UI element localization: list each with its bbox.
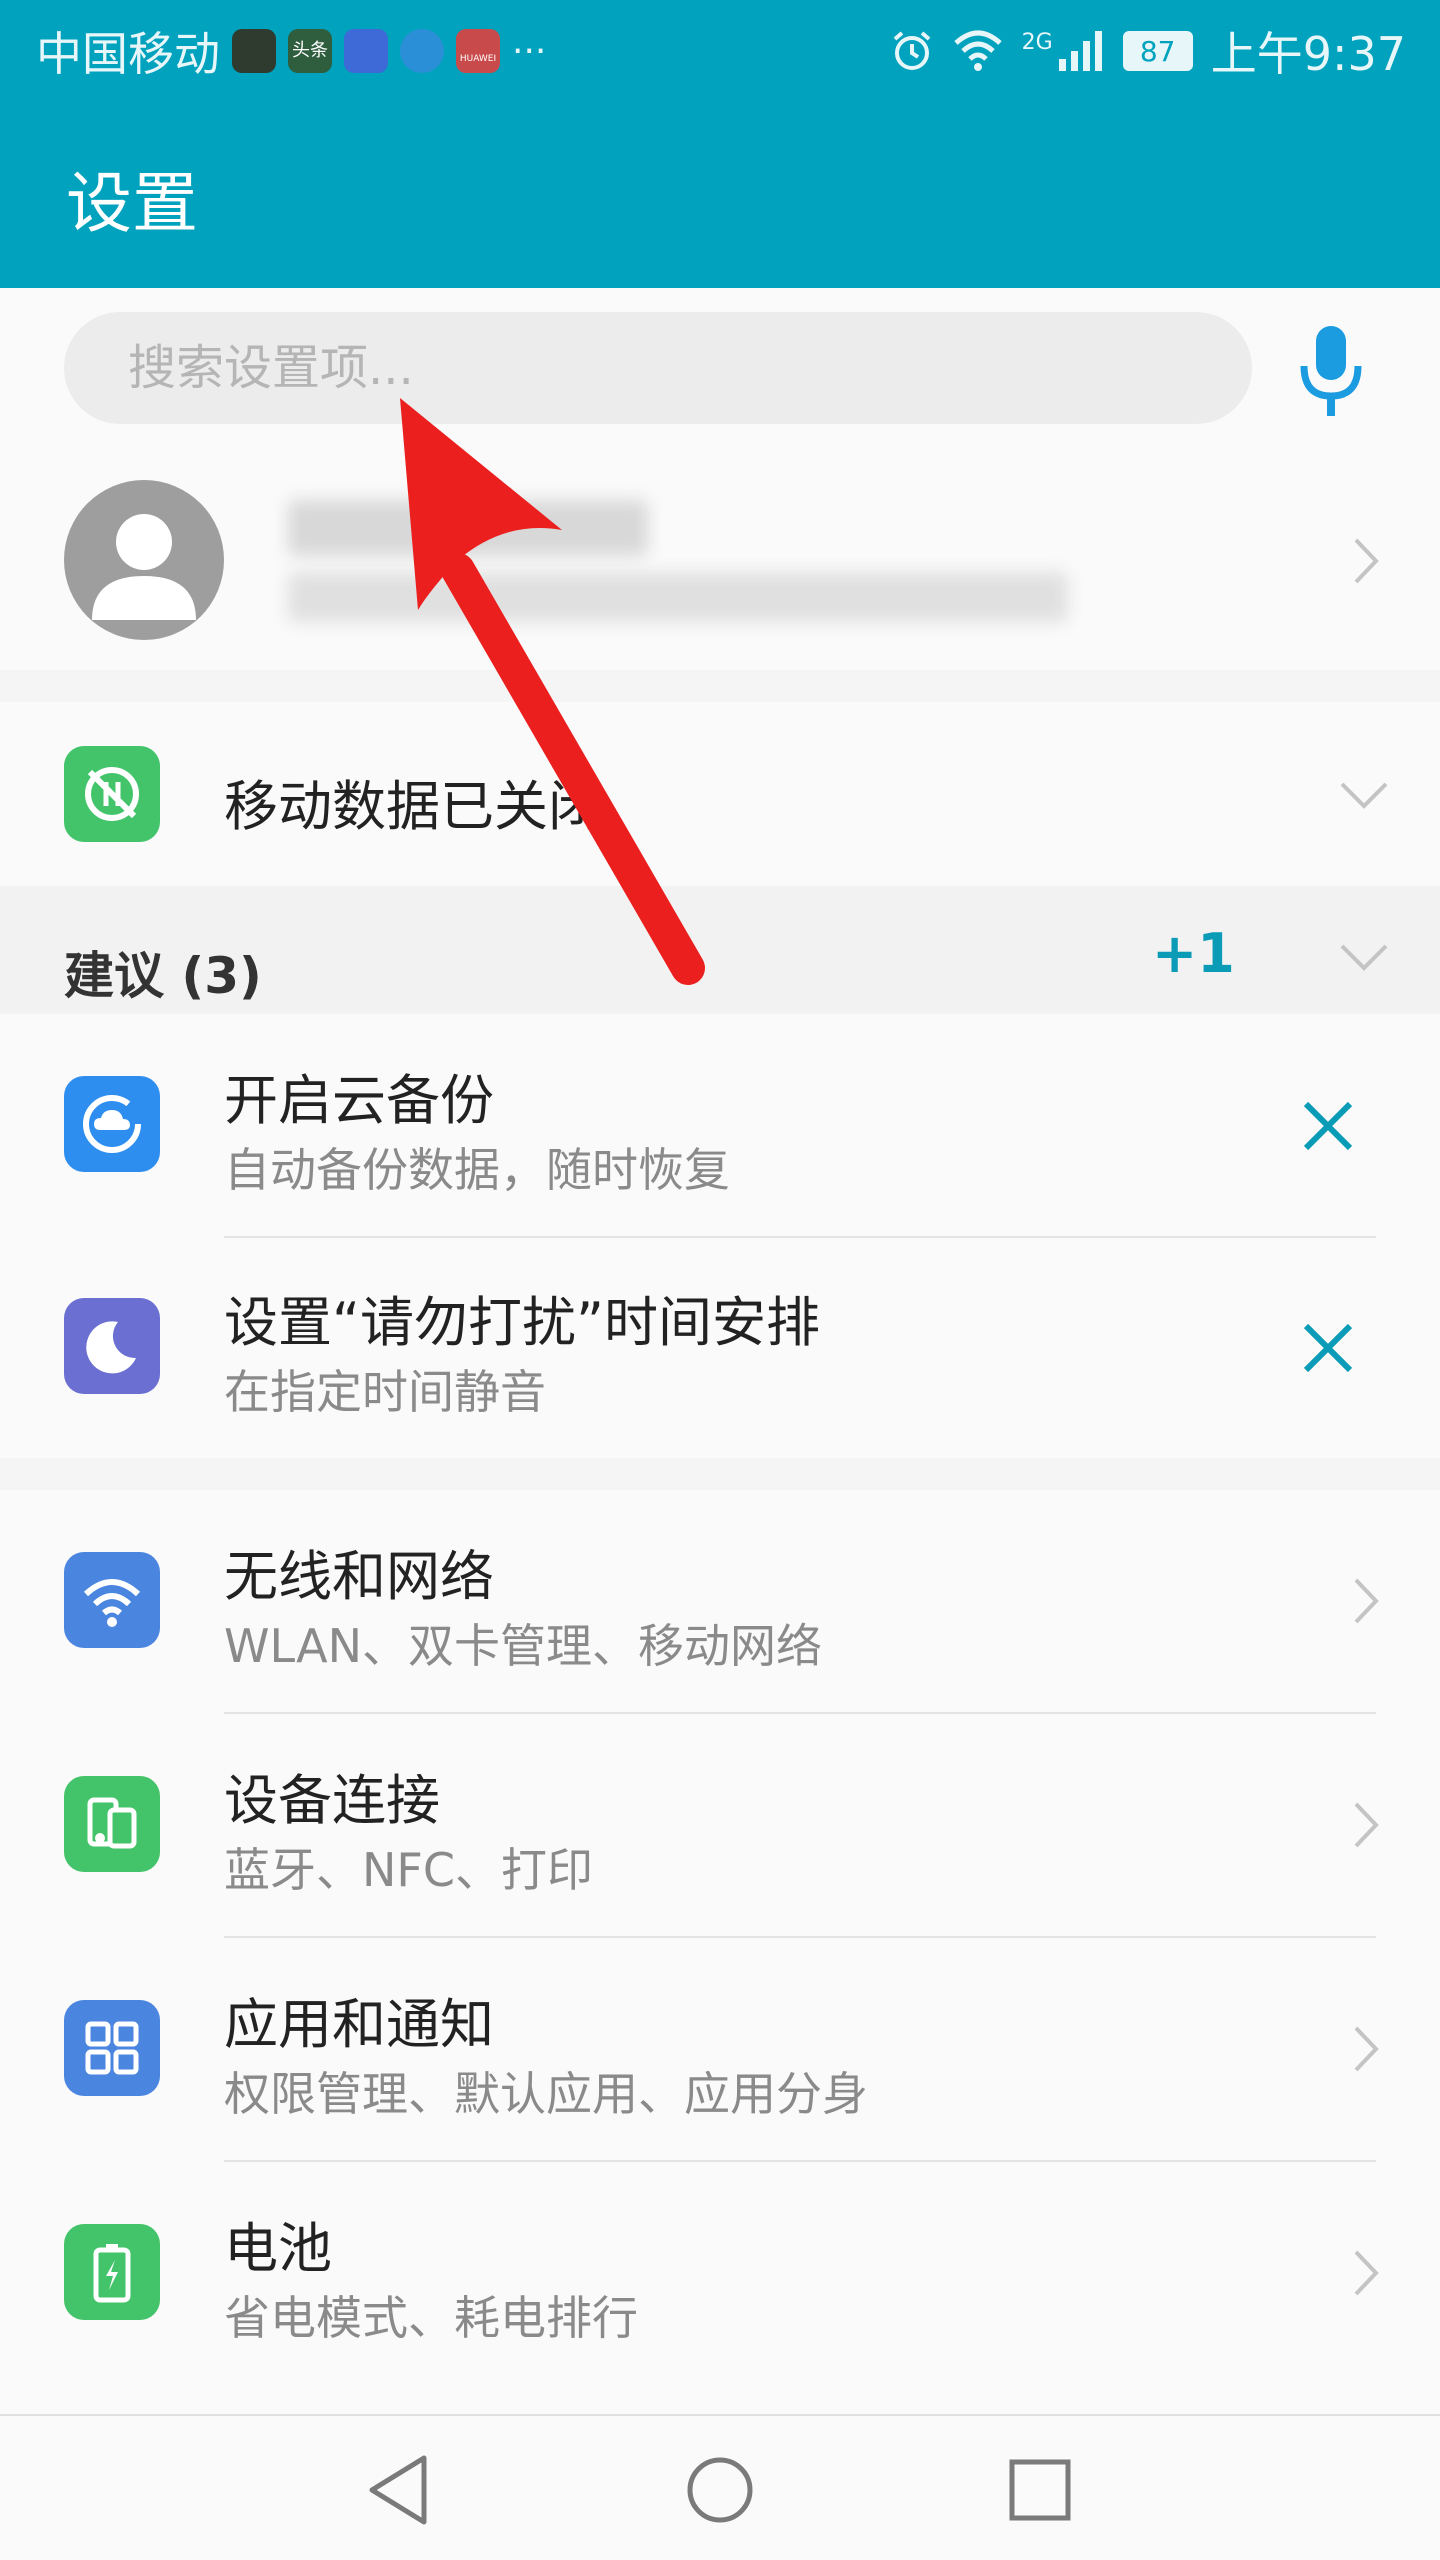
close-icon[interactable] (1296, 1316, 1360, 1380)
settings-item-apps[interactable]: 应用和通知 权限管理、默认应用、应用分身 (0, 1938, 1440, 2160)
avatar (64, 480, 224, 640)
chevron-right-icon (1354, 2026, 1379, 2072)
back-icon[interactable] (360, 2450, 440, 2530)
close-icon[interactable] (1296, 1094, 1360, 1158)
suggestion-title: 开启云备份 (224, 1069, 494, 1132)
app-header: 设置 (0, 100, 1440, 288)
more-suggestions-count: +1 (1152, 922, 1235, 985)
settings-item-title: 无线和网络 (224, 1545, 494, 1608)
battery-icon (64, 2224, 160, 2320)
more-notifications-icon: ··· (512, 30, 547, 72)
chevron-down-icon[interactable] (1338, 780, 1390, 810)
settings-item-title: 应用和通知 (224, 1993, 494, 2056)
chevron-right-icon (1354, 538, 1379, 584)
settings-item-subtitle: 省电模式、耗电排行 (224, 2291, 638, 2345)
suggestion-title: 设置“请勿打扰”时间安排 (224, 1291, 820, 1354)
suggestions-list: 开启云备份 自动备份数据，随时恢复 设置“请勿打扰”时间安排 在指定时间静音 (0, 1014, 1440, 1458)
suggestion-subtitle: 在指定时间静音 (224, 1365, 546, 1419)
account-subtitle-blurred (288, 572, 1068, 622)
battery-indicator: 87 (1122, 31, 1193, 71)
baidu-icon (344, 29, 388, 73)
apps-grid-icon (64, 2000, 160, 2096)
account-row[interactable] (0, 452, 1440, 670)
suggestion-do-not-disturb[interactable]: 设置“请勿打扰”时间安排 在指定时间静音 (0, 1236, 1440, 1458)
carrier-name: 中国移动 (36, 27, 220, 81)
alarm-icon (893, 31, 930, 70)
network-type: 2G (1021, 29, 1053, 55)
settings-item-battery[interactable]: 电池 省电模式、耗电排行 (0, 2162, 1440, 2384)
suggestions-title: 建议 (3) (64, 947, 262, 1005)
page-title: 设置 (66, 165, 198, 242)
settings-item-title: 设备连接 (224, 1769, 440, 1832)
search-bar[interactable] (64, 312, 1252, 424)
status-bar: 中国移动 头条 HUAWEI ··· 2G 87 上午9:37 (0, 0, 1440, 100)
suggestion-cloud-backup[interactable]: 开启云备份 自动备份数据，随时恢复 (0, 1014, 1440, 1236)
clock: 上午9:37 (1210, 27, 1406, 81)
chevron-right-icon (1354, 1578, 1379, 1624)
chevron-down-icon[interactable] (1338, 942, 1390, 972)
suggestion-subtitle: 自动备份数据，随时恢复 (224, 1143, 730, 1197)
device-connection-icon (64, 1776, 160, 1872)
wechat-video-icon (232, 29, 276, 73)
suggestions-header[interactable]: 建议 (3) +1 (0, 886, 1440, 1014)
moon-icon (64, 1298, 160, 1394)
settings-item-wireless[interactable]: 无线和网络 WLAN、双卡管理、移动网络 (0, 1490, 1440, 1712)
cloud-backup-icon (64, 1076, 160, 1172)
settings-item-title: 电池 (224, 2217, 332, 2280)
mobile-data-label: 移动数据已关闭 (224, 775, 602, 838)
signal-icon (1058, 31, 1102, 71)
microphone-icon[interactable] (1296, 322, 1366, 422)
settings-item-device-connection[interactable]: 设备连接 蓝牙、NFC、打印 (0, 1714, 1440, 1936)
recents-icon[interactable] (1000, 2450, 1080, 2530)
mobile-data-off-icon (64, 746, 160, 842)
chevron-right-icon (1354, 1802, 1379, 1848)
settings-item-subtitle: 蓝牙、NFC、打印 (224, 1843, 593, 1897)
home-icon[interactable] (680, 2450, 760, 2530)
navigation-bar (0, 2414, 1440, 2560)
account-name-blurred (288, 500, 648, 556)
chevron-right-icon (1354, 2250, 1379, 2296)
wifi-status-icon (953, 30, 1002, 71)
huawei-store-icon: HUAWEI (456, 29, 500, 73)
search-input[interactable] (128, 312, 1188, 424)
settings-item-subtitle: WLAN、双卡管理、移动网络 (224, 1619, 823, 1673)
toutiao-icon: 头条 (288, 29, 332, 73)
settings-list: 无线和网络 WLAN、双卡管理、移动网络 设备连接 蓝牙、NFC、打印 应用和通… (0, 1490, 1440, 2414)
wifi-icon (64, 1552, 160, 1648)
settings-item-subtitle: 权限管理、默认应用、应用分身 (224, 2067, 868, 2121)
mobile-data-row[interactable]: 移动数据已关闭 (0, 702, 1440, 886)
browser-icon (400, 29, 444, 73)
